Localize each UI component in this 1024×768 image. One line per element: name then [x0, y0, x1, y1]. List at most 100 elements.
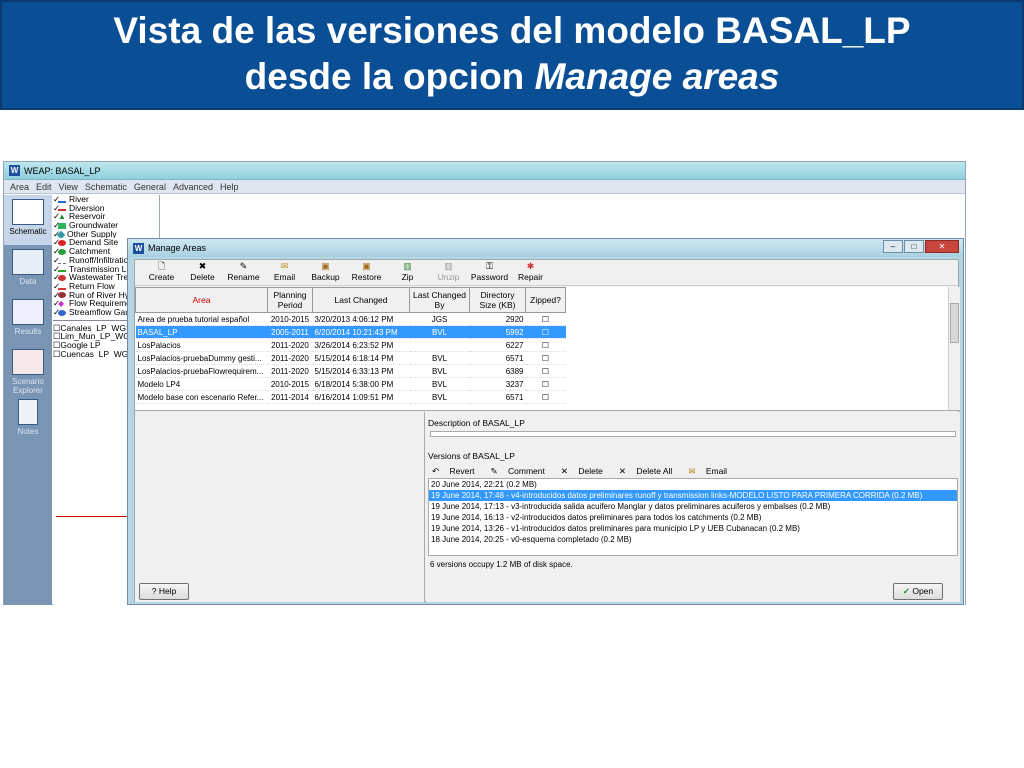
unzip-button[interactable]: ▥ Unzip — [428, 262, 469, 282]
zipped-checkbox[interactable]: ☐ — [525, 377, 566, 391]
data-icon — [12, 249, 44, 275]
column-header-planning-period[interactable]: Planning Period — [267, 287, 313, 313]
table-row[interactable]: Modelo LP4 2010-2015 6/18/2014 5:38:00 PM B… — [135, 377, 566, 391]
table-row[interactable]: Area de prueba tutorial español 2010-2015… — [135, 312, 566, 326]
create-button[interactable]: 🗋 Create — [141, 262, 182, 282]
version-item[interactable]: 20 June 2014, 22:21 (0.2 MB) — [429, 479, 957, 490]
version-item[interactable]: 18 June 2014, 20:25 - v0-esquema complet… — [429, 534, 957, 545]
menu-area[interactable]: Area — [10, 182, 29, 192]
comment-icon: ✎ — [490, 465, 501, 476]
table-cell: 6227 — [469, 338, 526, 352]
weap-logo-icon: W — [9, 165, 20, 176]
view-label: Data — [19, 277, 37, 286]
legend-item[interactable]: ✓▲ Reservoir — [53, 212, 159, 221]
left-blank-pane — [135, 412, 425, 602]
revert-label: Revert — [449, 465, 475, 476]
revert-button[interactable]: ↶ Revert — [432, 466, 483, 477]
delete-label: Delete — [190, 272, 215, 282]
version-item[interactable]: 19 June 2014, 13:26 - v1-introducidos da… — [429, 523, 957, 534]
version-item[interactable]: 19 June 2014, 16:13 - v2-introducidos da… — [429, 512, 957, 523]
email-label: Email — [273, 272, 296, 282]
versions-status: 6 versions occupy 1.2 MB of disk space. — [430, 560, 573, 569]
table-cell: 6/18/2014 5:38:00 PM — [312, 377, 410, 391]
dialog-title-bar: W Manage Areas — [128, 239, 963, 257]
column-header-zipped[interactable]: Zipped? — [525, 287, 566, 313]
table-cell: 3/20/2013 4:06:12 PM — [312, 312, 410, 326]
minimize-button[interactable]: – — [883, 240, 903, 253]
slide-title-emphasis: Manage areas — [534, 56, 780, 97]
versions-label: Versions of BASAL_LP — [428, 451, 515, 461]
delete-version-button[interactable]: ✕ Delete — [561, 466, 611, 477]
maximize-button[interactable]: □ — [904, 240, 924, 253]
table-row[interactable]: LosPalacios-pruebaDummy gesti... 2011-202… — [135, 351, 566, 365]
table-cell: 6/16/2014 1:09:51 PM — [312, 390, 410, 404]
table-cell: 2011-2020 — [267, 364, 313, 378]
delete-version-label: Delete — [578, 465, 603, 476]
comment-label: Comment — [508, 465, 545, 476]
delete-button[interactable]: ✖ Delete — [182, 262, 223, 282]
password-button[interactable]: ⚿ Password — [469, 262, 510, 282]
repair-label: Repair — [517, 272, 544, 282]
view-scenario-explorer[interactable]: Scenario Explorer — [4, 345, 52, 395]
revert-icon: ↶ — [432, 465, 442, 476]
zipped-checkbox[interactable]: ☐ — [525, 390, 566, 404]
comment-button[interactable]: ✎ Comment — [491, 466, 553, 477]
view-data[interactable]: Data — [4, 245, 52, 295]
zipped-checkbox[interactable]: ☐ — [525, 351, 566, 365]
column-header-directory-size[interactable]: Directory Size (KB) — [469, 287, 526, 313]
legend-item[interactable]: ✓ Groundwater — [53, 221, 159, 230]
close-button[interactable]: ✕ — [925, 240, 959, 253]
menu-edit[interactable]: Edit — [36, 182, 52, 192]
table-row[interactable]: BASAL_LP 2005-2011 6/20/2014 10:21:43 PM BV… — [135, 325, 566, 339]
weap-title: WEAP: BASAL_LP — [24, 165, 101, 176]
email-version-button[interactable]: ✉ Email — [688, 466, 735, 477]
view-schematic[interactable]: Schematic — [4, 195, 52, 245]
help-button[interactable]: ? Help — [139, 583, 189, 600]
open-button[interactable]: ✓ Open — [893, 583, 943, 600]
column-header-last-changed[interactable]: Last Changed — [312, 287, 410, 313]
delete-all-button[interactable]: ✕ Delete All — [619, 466, 680, 477]
legend-item[interactable]: ✓ Diversion — [53, 204, 159, 213]
table-row[interactable]: LosPalacios-pruebaFlowrequirem... 2011-20… — [135, 364, 566, 378]
weap-logo-icon: W — [133, 242, 144, 254]
menu-advanced[interactable]: Advanced — [173, 182, 213, 192]
table-cell: 6/20/2014 10:21:43 PM — [312, 325, 410, 339]
version-item[interactable]: 19 June 2014, 17:13 - v3-introducida sal… — [429, 501, 957, 512]
zip-button[interactable]: ▥ Zip — [387, 262, 428, 282]
table-cell: 5992 — [469, 325, 526, 339]
column-header-area[interactable]: Area — [135, 287, 268, 313]
scrollbar-thumb[interactable] — [950, 303, 959, 343]
table-cell: 6571 — [469, 390, 526, 404]
email-button[interactable]: ✉ Email — [264, 262, 305, 282]
password-label: Password — [470, 272, 509, 282]
open-label: Open — [912, 586, 934, 596]
menu-schematic[interactable]: Schematic — [85, 182, 127, 192]
column-header-last-changed-by[interactable]: Last Changed By — [409, 287, 470, 313]
schematic-icon — [12, 199, 44, 225]
table-scrollbar[interactable] — [948, 287, 960, 410]
menu-help[interactable]: Help — [220, 182, 239, 192]
menu-general[interactable]: General — [134, 182, 166, 192]
zipped-checkbox[interactable]: ☐ — [525, 312, 566, 326]
weap-title-bar: W WEAP: BASAL_LP — [4, 162, 965, 180]
view-results[interactable]: Results — [4, 295, 52, 345]
table-row[interactable]: Modelo base con escenario Refer... 2011-2… — [135, 390, 566, 404]
zipped-checkbox[interactable]: ☐ — [525, 325, 566, 339]
versions-list[interactable]: 20 June 2014, 22:21 (0.2 MB) 19 June 2014… — [428, 478, 958, 556]
zipped-checkbox[interactable]: ☐ — [525, 364, 566, 378]
backup-label: Backup — [311, 272, 340, 282]
view-notes[interactable]: Notes — [4, 395, 52, 445]
table-row[interactable]: LosPalacios 2011-2020 3/26/2014 6:23:52 PM… — [135, 338, 566, 352]
delete-all-icon: ✕ — [618, 465, 629, 476]
version-item[interactable]: 19 June 2014, 17:48 - v4-introducidos da… — [429, 490, 957, 501]
rename-button[interactable]: ✎ Rename — [223, 262, 264, 282]
zipped-checkbox[interactable]: ☐ — [525, 338, 566, 352]
backup-button[interactable]: ▣ Backup — [305, 262, 346, 282]
repair-button[interactable]: ✱ Repair — [510, 262, 551, 282]
legend-item[interactable]: ✓ River — [53, 195, 159, 204]
slide-title-prefix: desde la opcion — [244, 56, 535, 97]
restore-button[interactable]: ▣ Restore — [346, 262, 387, 282]
table-cell: BVL — [409, 351, 470, 365]
menu-view[interactable]: View — [59, 182, 78, 192]
table-cell: Area de prueba tutorial español — [135, 312, 268, 326]
